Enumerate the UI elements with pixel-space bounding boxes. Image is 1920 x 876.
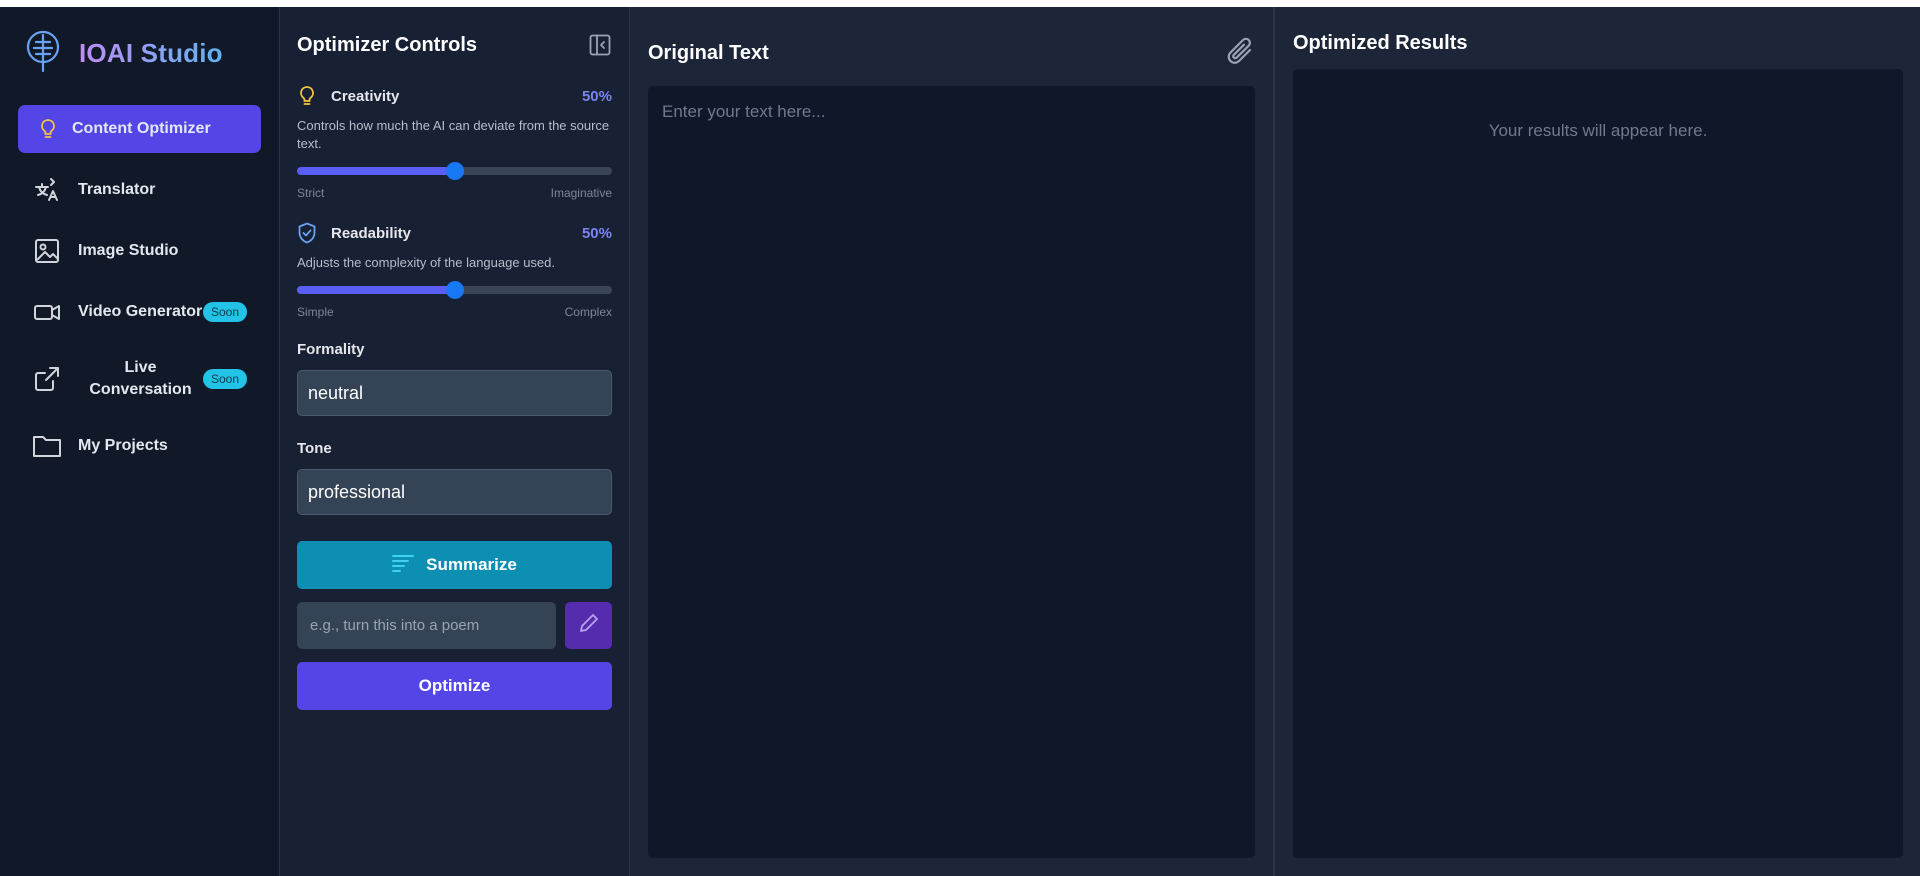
paperclip-icon[interactable] xyxy=(1225,35,1255,72)
brand[interactable]: IOAI Studio xyxy=(18,29,261,78)
sidebar-item-label: Video Generator xyxy=(78,303,203,320)
panel-title: Original Text xyxy=(648,41,769,64)
sidebar: IOAI Studio Content Optimizer Translator xyxy=(0,7,280,876)
apply-custom-instruction-button[interactable] xyxy=(565,602,612,649)
custom-instruction-placeholder: e.g., turn this into a poem xyxy=(310,617,480,634)
original-text-placeholder: Enter your text here... xyxy=(662,102,826,121)
original-text-input[interactable]: Enter your text here... xyxy=(648,86,1255,858)
slider-fill xyxy=(297,167,455,175)
folder-icon xyxy=(32,431,62,461)
summarize-label: Summarize xyxy=(426,555,517,574)
sidebar-item-label: Translator xyxy=(78,181,156,198)
soon-badge: Soon xyxy=(202,369,247,389)
share-arrow-icon xyxy=(32,364,62,394)
readability-min-label: Simple xyxy=(297,305,334,319)
shield-check-icon xyxy=(297,222,317,244)
readability-value: 50% xyxy=(581,224,612,242)
sidebar-item-label: My Projects xyxy=(78,437,168,454)
sidebar-item-translator[interactable]: Translator xyxy=(18,166,261,214)
lightbulb-icon xyxy=(297,85,317,107)
sidebar-item-label: Image Studio xyxy=(78,242,179,259)
optimizer-controls-panel: Optimizer Controls Creativity 50% Contro… xyxy=(280,7,630,876)
sidebar-item-label: Content Optimizer xyxy=(72,120,211,137)
readability-label: Readability xyxy=(331,224,412,242)
image-icon xyxy=(32,236,62,266)
optimize-button[interactable]: Optimize xyxy=(297,662,612,710)
controls-header: Optimizer Controls xyxy=(297,33,612,57)
readability-slider[interactable] xyxy=(297,281,612,299)
sidebar-item-video-generator[interactable]: Video Generator Soon xyxy=(18,288,261,336)
readability-max-label: Complex xyxy=(564,305,612,319)
creativity-description: Controls how much the AI can deviate fro… xyxy=(297,118,610,151)
sidebar-item-label: Live Conversation xyxy=(89,359,192,398)
formality-select[interactable]: neutral xyxy=(297,370,612,416)
summarize-button[interactable]: Summarize xyxy=(297,541,612,589)
app-window: IOAI Studio Content Optimizer Translator xyxy=(0,7,1920,876)
soon-badge: Soon xyxy=(202,302,247,322)
lightbulb-icon xyxy=(38,114,58,144)
brand-title: IOAI Studio xyxy=(79,38,223,68)
slider-fill xyxy=(297,286,455,294)
sidebar-item-my-projects[interactable]: My Projects xyxy=(18,422,261,470)
summarize-lines-icon xyxy=(392,554,415,577)
translate-icon xyxy=(32,175,62,205)
collapse-panel-icon[interactable] xyxy=(588,33,612,57)
sidebar-item-content-optimizer[interactable]: Content Optimizer xyxy=(18,105,261,153)
original-text-panel: Original Text Enter your text here... xyxy=(630,7,1275,876)
results-output: Your results will appear here. xyxy=(1293,69,1903,858)
video-camera-icon xyxy=(32,297,62,327)
formality-label: Formality xyxy=(297,341,365,358)
creativity-value: 50% xyxy=(581,87,612,105)
tree-logo-icon xyxy=(25,29,61,78)
custom-instruction-input[interactable]: e.g., turn this into a poem xyxy=(297,602,556,649)
panel-title: Optimized Results xyxy=(1293,31,1468,54)
creativity-slider-block: Creativity 50% Controls how much the AI … xyxy=(297,85,612,200)
creativity-label: Creativity xyxy=(331,87,400,105)
slider-thumb[interactable] xyxy=(445,281,464,299)
pencil-icon xyxy=(578,612,600,639)
tone-label: Tone xyxy=(297,440,332,457)
readability-slider-block: Readability 50% Adjusts the complexity o… xyxy=(297,222,612,319)
sidebar-item-live-conversation[interactable]: Live Conversation Soon xyxy=(18,349,261,409)
results-empty-text: Your results will appear here. xyxy=(1488,121,1708,140)
creativity-min-label: Strict xyxy=(297,186,325,200)
tone-select[interactable]: professional xyxy=(297,469,612,515)
readability-description: Adjusts the complexity of the language u… xyxy=(297,255,555,270)
optimized-results-panel: Optimized Results Your results will appe… xyxy=(1275,7,1920,876)
custom-instruction-row: e.g., turn this into a poem xyxy=(297,602,612,649)
panel-title: Optimizer Controls xyxy=(297,33,478,56)
creativity-slider[interactable] xyxy=(297,162,612,180)
sidebar-item-image-studio[interactable]: Image Studio xyxy=(18,227,261,275)
creativity-max-label: Imaginative xyxy=(550,186,612,200)
slider-thumb[interactable] xyxy=(445,162,464,180)
